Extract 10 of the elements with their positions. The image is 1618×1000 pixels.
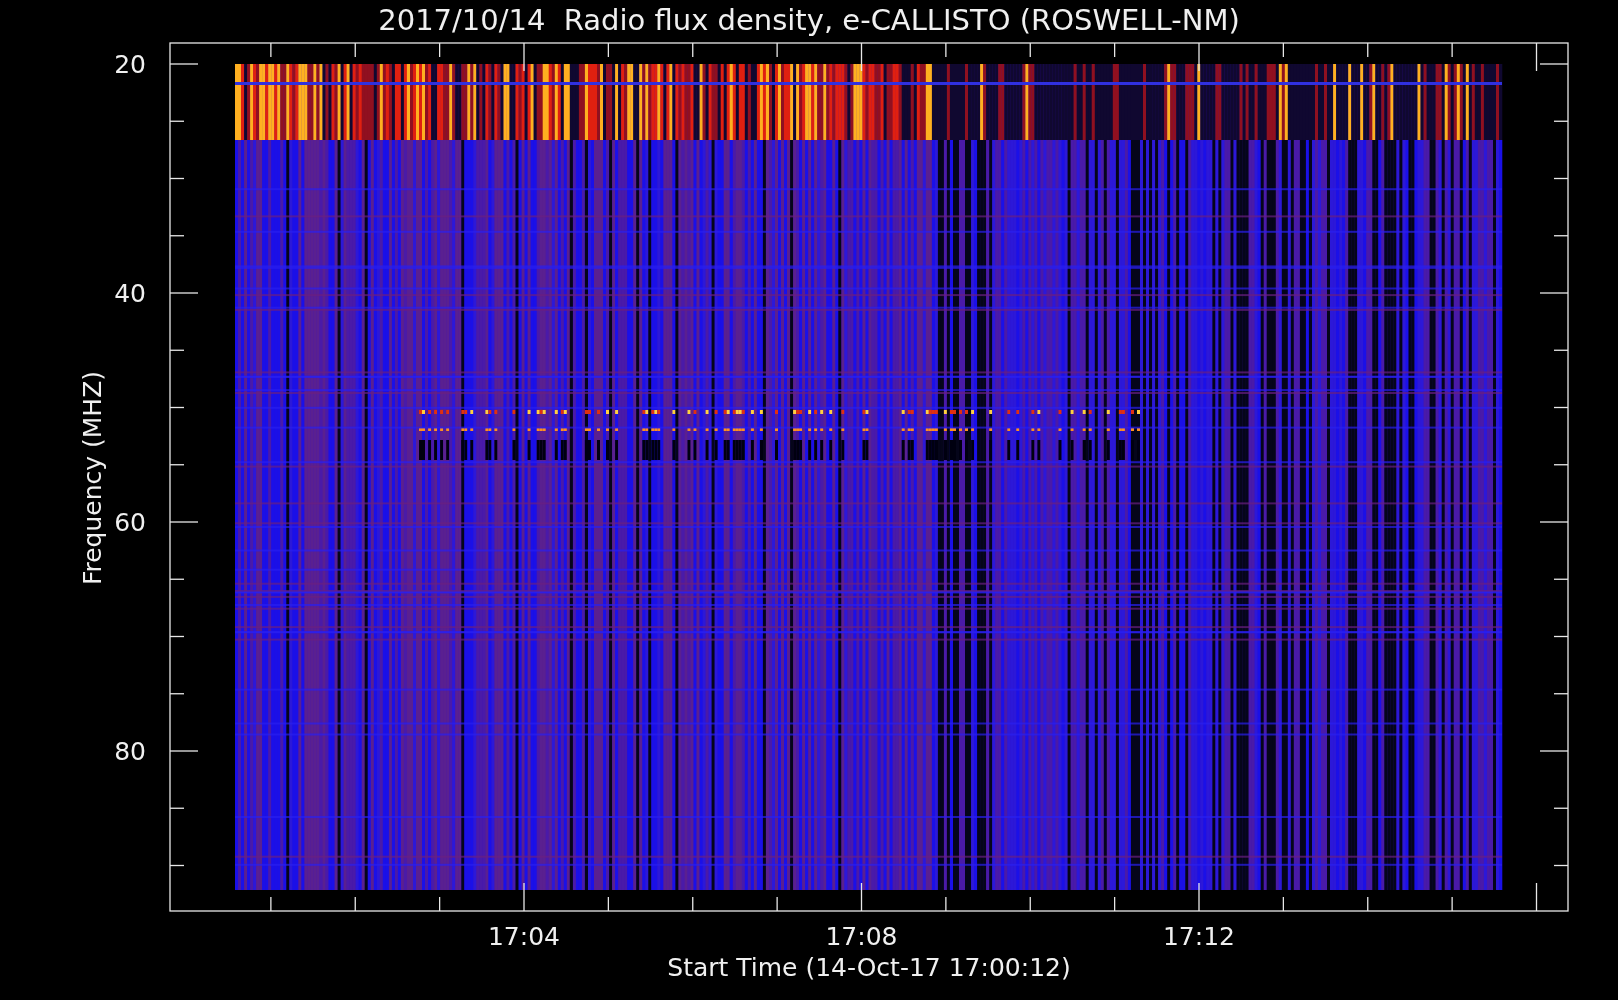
y-tick-label: 20 <box>114 50 146 79</box>
y-tick-label: 40 <box>114 279 146 308</box>
x-tick-label: 17:08 <box>825 922 898 951</box>
x-tick-label: 17:04 <box>488 922 560 951</box>
y-axis-label: Frequency (MHZ) <box>78 370 107 586</box>
chart-title: 2017/10/14 Radio flux density, e-CALLISTO (ROSWELL-NM) <box>378 3 1240 37</box>
y-tick-label: 80 <box>114 737 146 766</box>
x-axis-label: Start Time (14-Oct-17 17:00:12) <box>667 953 1071 982</box>
x-tick-label: 17:12 <box>1163 922 1235 951</box>
y-tick-label: 60 <box>114 508 146 537</box>
